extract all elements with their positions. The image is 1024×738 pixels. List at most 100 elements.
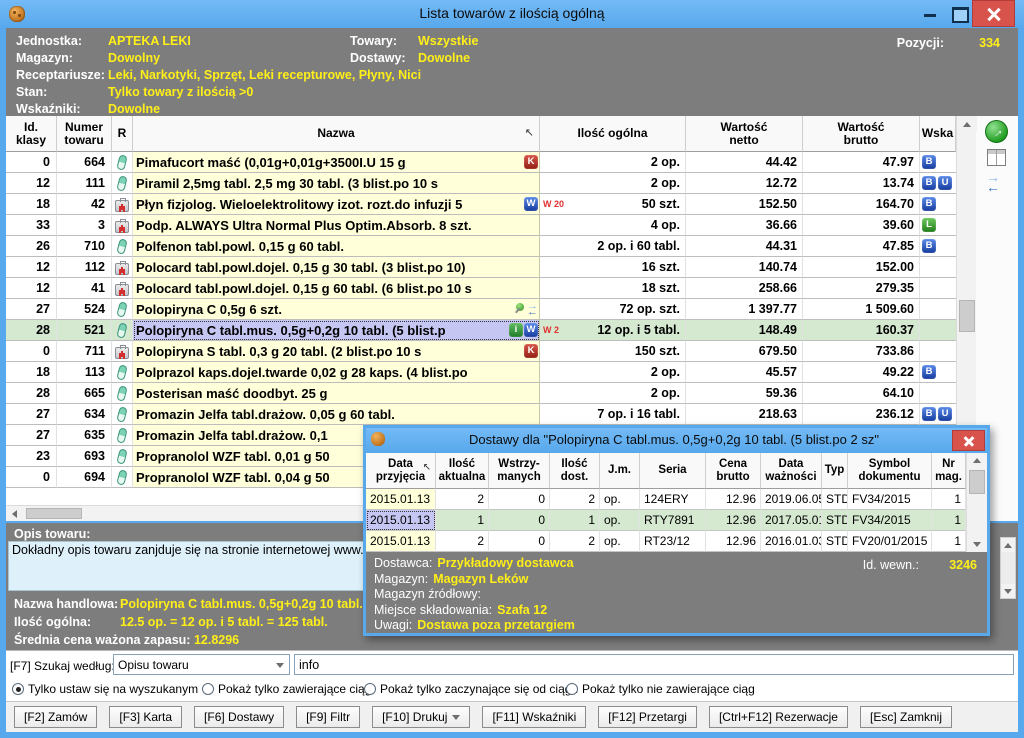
supplies-column-header-0[interactable]: Data przyjęcia↖ (366, 453, 436, 489)
column-header-7[interactable]: Wska (920, 116, 956, 152)
table-row[interactable]: 1241Polocard tabl.powl.dojel. 0,15 g 60 … (6, 278, 956, 299)
table-row[interactable]: 12111Piramil 2,5mg tabl. 2,5 mg 30 tabl.… (6, 173, 956, 194)
cell-id-klasy: 27 (6, 299, 57, 320)
f3-karta-button[interactable]: [F3] Karta (109, 706, 182, 728)
supplies-column-header-1[interactable]: Ilość aktualna (436, 453, 489, 489)
supplies-scrollbar[interactable] (966, 453, 987, 552)
supply-row[interactable]: 2015.01.13202op.124ERY12.962019.06.05STD… (366, 489, 966, 510)
search-field-dropdown[interactable]: Opisu towaru (113, 654, 290, 675)
search-mode-radio-0[interactable]: Tylko ustaw się na wyszukanym (12, 682, 198, 696)
table-row[interactable]: 28665Posterisan maść doodbyt. 25 g2 op.5… (6, 383, 956, 404)
column-header-0[interactable]: Id. klasy (6, 116, 57, 152)
supplies-column-header-8[interactable]: Typ (822, 453, 848, 489)
supplies-dialog: Dostawy dla "Polopiryna C tabl.mus. 0,5g… (363, 425, 990, 636)
cell-receptariusz (112, 173, 133, 194)
vertical-scroll-thumb[interactable] (959, 300, 975, 332)
column-header-6[interactable]: Wartość brutto (803, 116, 920, 152)
close-button[interactable] (972, 0, 1015, 27)
supply-info-value: Dostawa poza przetargiem (417, 618, 575, 632)
maximize-button[interactable] (946, 0, 972, 27)
cell-wartosc-netto: 152.50 (686, 194, 803, 215)
supplies-column-header-2[interactable]: Wstrzy- manych (489, 453, 550, 489)
supply-row[interactable]: 2015.01.13202op.RT23/1212.962016.01.03ST… (366, 531, 966, 552)
supply-row[interactable]: 2015.01.13101op.RTY789112.962017.05.01ST… (366, 510, 966, 531)
cell-numer-towaru: 521 (57, 320, 112, 341)
table-row[interactable]: 27634Promazin Jelfa tabl.drażow. 0,05 g … (6, 404, 956, 425)
f10-drukuj-button[interactable]: [F10] Drukuj (372, 706, 470, 728)
esc-zamknij-button[interactable]: [Esc] Zamknij (860, 706, 952, 728)
column-header-5[interactable]: Wartość netto (686, 116, 803, 152)
ctrl-f12-rezerwacje-button[interactable]: [Ctrl+F12] Rezerwacje (709, 706, 848, 728)
search-input[interactable] (294, 654, 1014, 675)
supply-cell-3: 2 (550, 531, 600, 552)
cell-receptariusz (112, 236, 133, 257)
supply-cell-8: STD (822, 531, 848, 552)
supplies-column-header-6[interactable]: Cena brutto (706, 453, 761, 489)
supplies-column-header-4[interactable]: J.m. (600, 453, 640, 489)
dialog-close-button[interactable] (952, 430, 985, 451)
supplies-column-header-5[interactable]: Seria (640, 453, 706, 489)
horizontal-scroll-thumb[interactable] (26, 508, 82, 519)
cell-id-klasy: 28 (6, 320, 57, 341)
f6-dostawy-button[interactable]: [F6] Dostawy (194, 706, 284, 728)
cell-numer-towaru: 41 (57, 278, 112, 299)
cell-wartosc-brutto: 49.22 (803, 362, 920, 383)
column-header-4[interactable]: Ilość ogólna (540, 116, 686, 152)
supplies-scroll-down[interactable] (967, 537, 987, 552)
cell-id-klasy: 0 (6, 341, 57, 362)
supplies-scroll-thumb[interactable] (969, 470, 985, 494)
cell-numer-towaru: 665 (57, 383, 112, 404)
cell-receptariusz (112, 404, 133, 425)
table-row[interactable]: 18113Polprazol kaps.dojel.twarde 0,02 g … (6, 362, 956, 383)
cell-ilosc-ogolna: 72 op. szt. (540, 299, 686, 320)
search-mode-radio-3[interactable]: Pokaż tylko nie zawierające ciąg (566, 682, 755, 696)
cell-id-klasy: 0 (6, 152, 57, 173)
cell-id-klasy: 12 (6, 278, 57, 299)
panel-scrollbar[interactable] (1000, 537, 1016, 599)
search-mode-radio-2[interactable]: Pokaż tylko zaczynające się od ciągu (364, 682, 578, 696)
column-setup-icon[interactable] (987, 149, 1006, 166)
table-row[interactable]: 26710Polfenon tabl.powl. 0,15 g 60 tabl.… (6, 236, 956, 257)
panel-scroll-down[interactable] (1001, 584, 1015, 598)
cell-numer-towaru: 711 (57, 341, 112, 362)
table-row[interactable]: 27524Polopiryna C 0,5g 6 szt.→←72 op. sz… (6, 299, 956, 320)
column-header-1[interactable]: Numer towaru (57, 116, 112, 152)
positions-label: Pozycji: (897, 36, 944, 50)
swap-view-icon[interactable]: →← (986, 172, 1000, 192)
table-row[interactable]: 333Podp. ALWAYS Ultra Normal Plus Optim.… (6, 215, 956, 236)
scroll-left-button[interactable] (6, 506, 23, 521)
table-row[interactable]: 0711Polopiryna S tabl. 0,3 g 20 tabl. (2… (6, 341, 956, 362)
description-label: Opis towaru: (14, 527, 90, 541)
description-text[interactable]: Dokładny opis towaru zanjduje się na str… (8, 541, 365, 591)
dialog-title-bar: Dostawy dla "Polopiryna C tabl.mus. 0,5g… (366, 428, 987, 453)
cell-ilosc-ogolna: 50 szt.W 20 (540, 194, 686, 215)
supply-cell-10: 1 (932, 531, 966, 552)
column-header-3[interactable]: Nazwa↖ (133, 116, 540, 152)
supply-info-label: Magazyn: (374, 572, 428, 586)
f9-filtr-button[interactable]: [F9] Filtr (296, 706, 360, 728)
f11-wskazniki-button[interactable]: [F11] Wskaźniki (482, 706, 586, 728)
cell-receptariusz (112, 278, 133, 299)
table-row[interactable]: 12112Polocard tabl.powl.dojel. 0,15 g 30… (6, 257, 956, 278)
table-row[interactable]: 1842Płyn fizjolog. Wieloelektrolitowy iz… (6, 194, 956, 215)
supplies-scroll-up[interactable] (967, 453, 987, 468)
supply-info-line: Magazyn:Magazyn Leków (374, 572, 987, 588)
refresh-icon[interactable]: → (985, 120, 1008, 143)
supply-info-label: Magazyn źródłowy: (374, 587, 481, 601)
f2-zamow-button[interactable]: [F2] Zamów (14, 706, 97, 728)
table-row[interactable]: 0664Pimafucort maść (0,01g+0,01g+3500I.U… (6, 152, 956, 173)
badge-B: B (922, 365, 936, 379)
supplies-column-header-7[interactable]: Data ważności (761, 453, 822, 489)
f12-przetargi-button[interactable]: [F12] Przetargi (598, 706, 697, 728)
cell-wskazniki: L (920, 215, 956, 236)
scroll-up-button[interactable] (957, 116, 977, 132)
search-mode-radio-1[interactable]: Pokaż tylko zawierające ciąg (202, 682, 371, 696)
panel-scroll-up[interactable] (1001, 538, 1015, 552)
table-row[interactable]: 28521Polopiryna C tabl.mus. 0,5g+0,2g 10… (6, 320, 956, 341)
cell-wskazniki (920, 320, 956, 341)
column-header-2[interactable]: R (112, 116, 133, 152)
supplies-column-header-9[interactable]: Symbol dokumentu (848, 453, 932, 489)
minimize-button[interactable] (918, 0, 944, 27)
supplies-column-header-10[interactable]: Nr mag. (932, 453, 966, 489)
supplies-column-header-3[interactable]: Ilość dost. (550, 453, 600, 489)
